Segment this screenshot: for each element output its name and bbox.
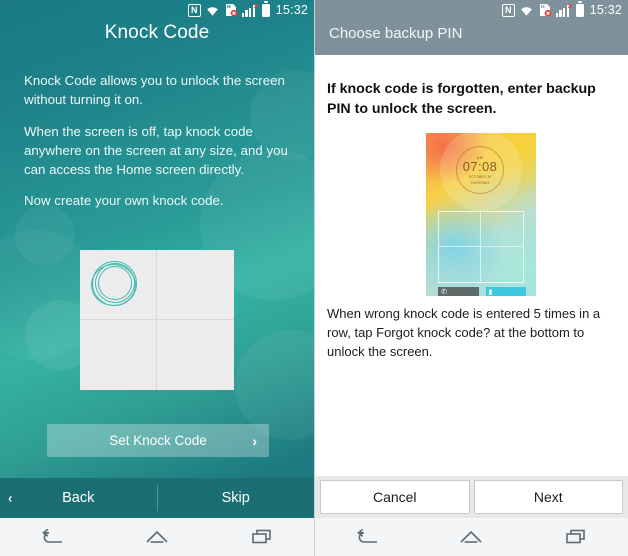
- skip-button-label: Skip: [221, 490, 250, 506]
- page-title-right: Choose backup PIN: [329, 25, 463, 42]
- battery-icon: [261, 1, 270, 17]
- chevron-right-icon: ›: [252, 432, 257, 449]
- choose-backup-pin-screen: N × 15:32 Choose backup PIN If knock cod…: [314, 0, 628, 556]
- signal-bars-icon: ×: [241, 0, 259, 17]
- illustration-date-line-1: OCTOBER 30: [468, 175, 492, 180]
- set-knock-code-label: Set Knock Code: [109, 433, 207, 448]
- next-button-label: Next: [533, 489, 563, 505]
- description-paragraph-2: When the screen is off, tap knock code a…: [24, 123, 288, 177]
- backup-pin-heading: If knock code is forgotten, enter backup…: [327, 81, 596, 117]
- next-button[interactable]: Next: [473, 480, 623, 514]
- android-nav-bar-left: [0, 518, 314, 556]
- illustration-grid-cell: [481, 247, 523, 282]
- illustration-clock-widget: AM 07:08 OCTOBER 30 THURSDAY: [456, 146, 504, 194]
- skip-button[interactable]: Skip: [158, 490, 315, 506]
- signal-error-glyph: ×: [253, 0, 259, 11]
- illustration-grid-cell: [481, 212, 523, 247]
- knock-code-description: Knock Code allows you to unlock the scre…: [24, 72, 292, 211]
- cancel-button[interactable]: Cancel: [320, 480, 470, 514]
- lock-icon: ▮: [488, 289, 493, 296]
- knock-ripple-icon: [91, 260, 139, 308]
- backup-pin-note: When wrong knock code is entered 5 times…: [327, 306, 601, 359]
- wifi-icon: [519, 4, 534, 17]
- battery-icon: [575, 1, 584, 17]
- app-header-right: N × 15:32 Choose backup PIN: [315, 0, 628, 55]
- sd-card-error-icon: [224, 3, 238, 17]
- description-paragraph-3: Now create your own knock code.: [24, 193, 224, 209]
- nfc-glyph: N: [190, 4, 198, 15]
- illustration-knock-grid: [438, 211, 524, 283]
- illustration-date-line-2: THURSDAY: [470, 180, 490, 185]
- bottom-action-bar-right: Cancel Next: [315, 476, 628, 518]
- home-nav-icon[interactable]: [140, 525, 174, 549]
- status-bar-clock: 15:32: [275, 3, 308, 17]
- signal-error-glyph: ×: [567, 0, 573, 11]
- signal-bars-icon: ×: [555, 0, 573, 17]
- back-nav-icon[interactable]: [350, 525, 384, 549]
- recents-nav-icon[interactable]: [245, 525, 279, 549]
- knock-code-grid[interactable]: [80, 250, 234, 390]
- dual-screenshot-container: N × 15:32 Knock Code Knock Code allows y…: [0, 0, 628, 556]
- knock-cell-bottom-right[interactable]: [157, 320, 234, 390]
- illustration-time: 07:08: [462, 159, 498, 175]
- back-nav-icon[interactable]: [35, 525, 69, 549]
- nfc-glyph: N: [504, 4, 512, 15]
- chevron-left-icon: ‹: [8, 490, 13, 506]
- home-nav-icon[interactable]: [454, 525, 488, 549]
- back-button[interactable]: ‹ Back: [0, 490, 157, 506]
- back-button-label: Back: [62, 490, 95, 506]
- phone-icon: ✆: [441, 289, 447, 296]
- illustration-grid-cell: [439, 212, 481, 247]
- status-bar-right: N × 15:32: [315, 0, 628, 20]
- page-title-left: Knock Code: [104, 22, 210, 43]
- knock-cell-top-right[interactable]: [157, 250, 234, 320]
- cancel-button-label: Cancel: [372, 489, 417, 505]
- lockscreen-illustration: AM 07:08 OCTOBER 30 THURSDAY ✆ ▮: [426, 133, 536, 296]
- status-bar-clock: 15:32: [589, 3, 622, 17]
- status-bar-left: N × 15:32: [0, 0, 314, 20]
- knock-cell-top-left[interactable]: [80, 250, 157, 320]
- knock-cell-bottom-left[interactable]: [80, 320, 157, 390]
- nfc-icon: N: [501, 3, 515, 17]
- set-knock-code-button[interactable]: Set Knock Code ›: [47, 424, 269, 457]
- illustration-lock-shortcut: ▮: [485, 287, 526, 296]
- illustration-grid-cell: [439, 247, 481, 282]
- illustration-shortcut-row: ✆ ▮: [438, 287, 526, 296]
- nfc-icon: N: [187, 3, 201, 17]
- recents-nav-icon[interactable]: [559, 525, 593, 549]
- illustration-wallpaper: AM 07:08 OCTOBER 30 THURSDAY ✆ ▮: [426, 133, 536, 296]
- wifi-icon: [205, 4, 220, 17]
- illustration-phone-shortcut: ✆: [438, 287, 479, 296]
- bottom-action-bar-left: ‹ Back Skip: [0, 478, 314, 518]
- bokeh-circle: [15, 205, 75, 265]
- android-nav-bar-right: [315, 518, 628, 556]
- description-paragraph-1: Knock Code allows you to unlock the scre…: [24, 73, 285, 107]
- knock-code-screen: N × 15:32 Knock Code Knock Code allows y…: [0, 0, 314, 556]
- sd-card-error-icon: [538, 3, 552, 17]
